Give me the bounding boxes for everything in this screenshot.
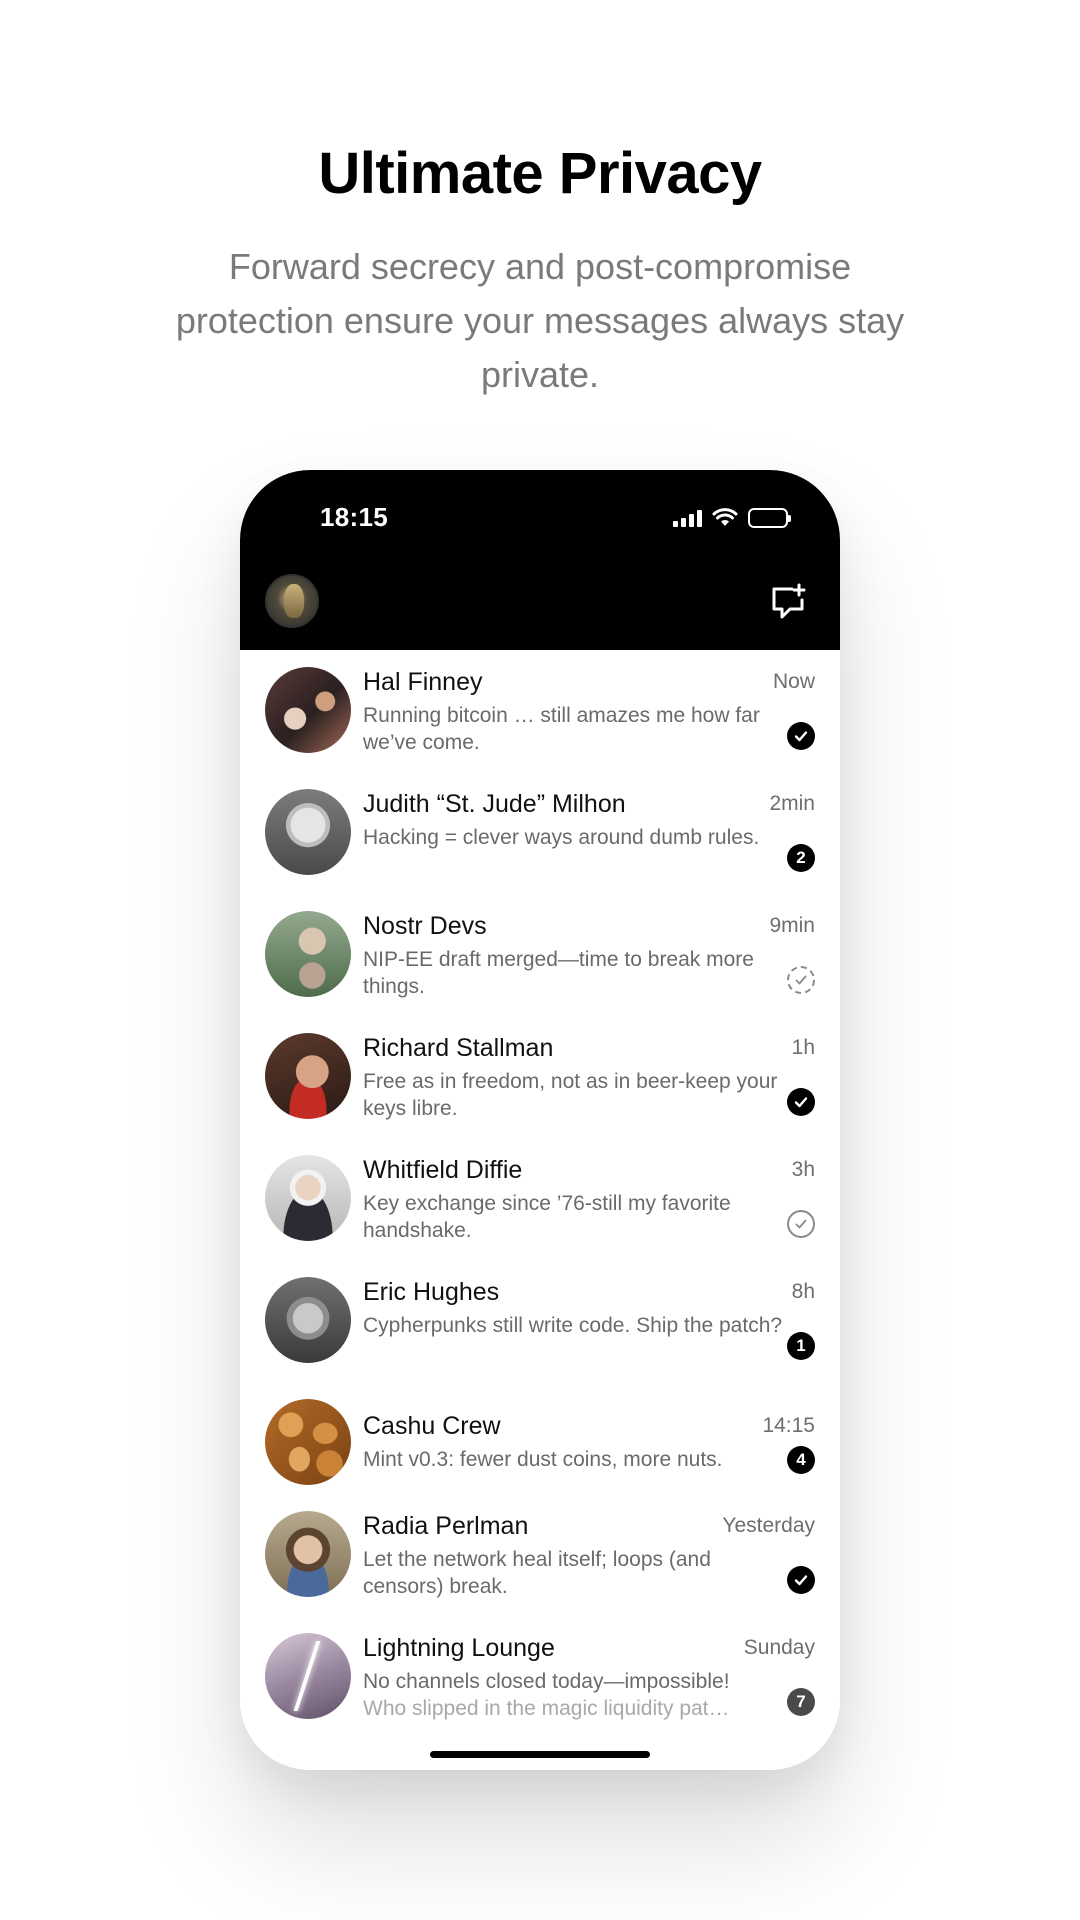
chat-time: 9min (769, 914, 815, 937)
chat-time: 3h (791, 1158, 815, 1181)
avatar (265, 789, 351, 875)
chat-name: Eric Hughes (363, 1278, 500, 1306)
chat-name: Radia Perlman (363, 1512, 529, 1540)
avatar (265, 1033, 351, 1119)
avatar (265, 1399, 351, 1485)
status-icons (673, 508, 791, 528)
read-check-icon (787, 1088, 815, 1116)
chat-time: 2min (769, 792, 815, 815)
promo-subtitle: Forward secrecy and post-compromise prot… (175, 246, 905, 395)
avatar (265, 667, 351, 753)
sent-check-icon (787, 1210, 815, 1238)
chat-time: Sunday (743, 1636, 815, 1659)
chat-name: Richard Stallman (363, 1034, 554, 1062)
avatar (265, 1277, 351, 1363)
chat-name: Nostr Devs (363, 912, 487, 940)
chat-preview-line: No channels closed today—impossible! (363, 1670, 730, 1693)
wifi-icon (712, 508, 738, 526)
app-store-screenshot: Ultimate Privacy Forward secrecy and pos… (0, 0, 1080, 1920)
chat-row-richard-stallman[interactable]: Richard Stallman 1h Free as in freedom, … (240, 1016, 840, 1138)
chat-name: Cashu Crew (363, 1412, 501, 1440)
chat-preview: NIP-EE draft merged—time to break more t… (363, 948, 754, 998)
chat-preview: Hacking = clever ways around dumb rules. (363, 826, 760, 849)
unread-badge: 1 (787, 1332, 815, 1360)
chat-row-whitfield-diffie[interactable]: Whitfield Diffie 3h Key exchange since ’… (240, 1138, 840, 1260)
chat-preview: Free as in freedom, not as in beer-keep … (363, 1070, 778, 1120)
unread-badge: 2 (787, 844, 815, 872)
unread-badge: 4 (787, 1446, 815, 1474)
chat-name: Hal Finney (363, 668, 483, 696)
avatar (265, 911, 351, 997)
chat-row-nostr-devs[interactable]: Nostr Devs 9min NIP-EE draft merged—time… (240, 894, 840, 1016)
status-time: 18:15 (320, 502, 388, 532)
read-check-icon (787, 722, 815, 750)
promo-title: Ultimate Privacy (318, 141, 762, 206)
chat-list: Hal Finney Now Running bitcoin … still a… (240, 650, 840, 1738)
signal-icon (673, 509, 702, 527)
chat-preview: Cypherpunks still write code. Ship the p… (363, 1314, 783, 1337)
chat-name: Whitfield Diffie (363, 1156, 523, 1184)
chat-row-hal-finney[interactable]: Hal Finney Now Running bitcoin … still a… (240, 650, 840, 772)
chat-time: Yesterday (722, 1514, 815, 1537)
chat-preview: Let the network heal itself; loops (and … (363, 1548, 711, 1598)
avatar (265, 1511, 351, 1597)
phone-frame: 18:15 Hal Finney Now Running bitcoin … s… (240, 470, 840, 1770)
chat-preview: Key exchange since ’76-still my favorite… (363, 1192, 731, 1242)
home-indicator[interactable] (430, 1751, 650, 1758)
chat-preview-line: Who slipped in the magic liquidity pat… (363, 1697, 730, 1720)
chat-name: Judith “St. Jude” Milhon (363, 790, 626, 818)
pending-check-icon (787, 966, 815, 994)
chat-row-cashu-crew[interactable]: Cashu Crew 14:15 Mint v0.3: fewer dust c… (240, 1382, 840, 1494)
avatar (265, 1155, 351, 1241)
chat-row-radia-perlman[interactable]: Radia Perlman Yesterday Let the network … (240, 1494, 840, 1616)
new-chat-icon[interactable] (768, 580, 810, 622)
chat-preview: Mint v0.3: fewer dust coins, more nuts. (363, 1448, 723, 1471)
chat-time: 1h (791, 1036, 815, 1059)
unread-badge: 7 (787, 1688, 815, 1716)
profile-avatar[interactable] (265, 574, 319, 628)
chat-preview: No channels closed today—impossible! Who… (363, 1668, 783, 1722)
chat-name: Lightning Lounge (363, 1634, 555, 1662)
chat-time: 14:15 (762, 1414, 815, 1437)
battery-icon (748, 508, 791, 528)
read-check-icon (787, 1566, 815, 1594)
app-header: 18:15 (240, 470, 840, 650)
chat-time: 8h (791, 1280, 815, 1303)
avatar (265, 1633, 351, 1719)
chat-preview: Running bitcoin … still amazes me how fa… (363, 704, 760, 754)
chat-row-eric-hughes[interactable]: Eric Hughes 8h Cypherpunks still write c… (240, 1260, 840, 1382)
chat-row-lightning-lounge[interactable]: Lightning Lounge Sunday No channels clos… (240, 1616, 840, 1738)
chat-time: Now (772, 670, 815, 693)
chat-row-judith-milhon[interactable]: Judith “St. Jude” Milhon 2min Hacking = … (240, 772, 840, 894)
